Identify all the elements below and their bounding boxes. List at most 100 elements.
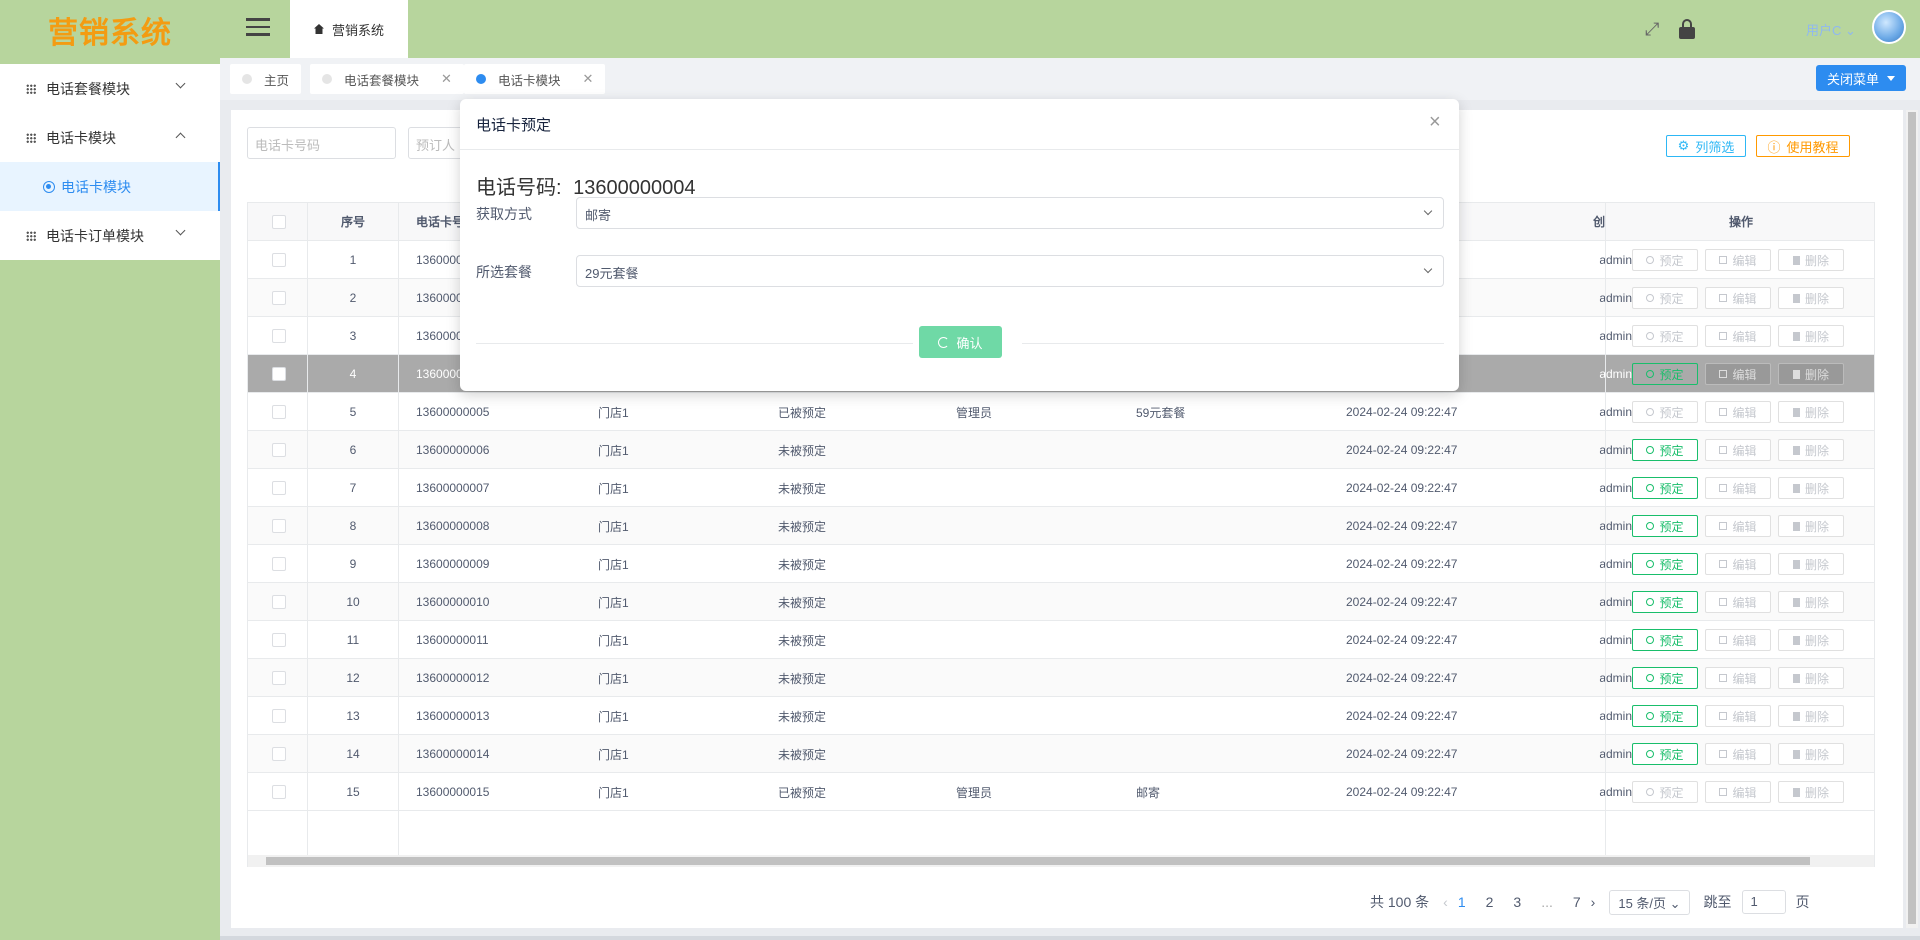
hamburger-menu-icon[interactable] bbox=[246, 18, 270, 38]
reserve-button[interactable]: 预定 bbox=[1632, 287, 1698, 309]
lock-icon[interactable] bbox=[1678, 19, 1696, 39]
page-7[interactable]: 7 bbox=[1573, 894, 1581, 910]
edit-button[interactable]: 编辑 bbox=[1705, 743, 1771, 765]
edit-button[interactable]: 编辑 bbox=[1705, 629, 1771, 651]
close-icon[interactable]: ✕ bbox=[441, 71, 452, 87]
sidebar-item-phone-card[interactable]: 电话卡模块 bbox=[0, 113, 220, 162]
table-row[interactable]: 5 13600000005 门店1 已被预定 管理员 59元套餐 2024-02-24 09… bbox=[248, 393, 1874, 431]
table-row[interactable]: 13 13600000013 门店1 未被预定 2024-02-24 09:22:47 a… bbox=[248, 697, 1874, 735]
edit-button[interactable]: 编辑 bbox=[1705, 439, 1771, 461]
table-row[interactable]: 8 13600000008 门店1 未被预定 2024-02-24 09:22:47 ad… bbox=[248, 507, 1874, 545]
tab-phone-card[interactable]: 电话卡模块 ✕ bbox=[464, 64, 606, 94]
delete-button[interactable]: 删除 bbox=[1778, 743, 1844, 765]
user-name[interactable]: 用户C ⌄ bbox=[1806, 20, 1856, 39]
row-checkbox[interactable] bbox=[272, 279, 292, 317]
edit-button[interactable]: 编辑 bbox=[1705, 249, 1771, 271]
vertical-scrollbar-thumb[interactable] bbox=[1908, 112, 1916, 924]
delete-button[interactable]: 删除 bbox=[1778, 591, 1844, 613]
table-row[interactable]: 12 13600000012 门店1 未被预定 2024-02-24 09:22:47 a… bbox=[248, 659, 1874, 697]
reserve-button[interactable]: 预定 bbox=[1632, 591, 1698, 613]
tab-home[interactable]: 主页 bbox=[230, 64, 302, 94]
table-row[interactable]: 15 13600000015 门店1 已被预定 管理员 邮寄 2024-02-24 09:2… bbox=[248, 773, 1874, 811]
delete-button[interactable]: 删除 bbox=[1778, 287, 1844, 309]
reserve-button[interactable]: 预定 bbox=[1632, 325, 1698, 347]
reserve-button[interactable]: 预定 bbox=[1632, 667, 1698, 689]
confirm-button[interactable]: 确认 bbox=[919, 326, 1002, 358]
delete-button[interactable]: 删除 bbox=[1778, 363, 1844, 385]
reserve-button[interactable]: 预定 bbox=[1632, 401, 1698, 423]
delete-button[interactable]: 删除 bbox=[1778, 439, 1844, 461]
home-nav-tab[interactable]: 营销系统 bbox=[290, 0, 408, 58]
page-size-select[interactable]: 15 条/页 ⌄ bbox=[1609, 889, 1690, 915]
avatar[interactable] bbox=[1872, 10, 1906, 44]
reserve-button[interactable]: 预定 bbox=[1632, 553, 1698, 575]
edit-button[interactable]: 编辑 bbox=[1705, 705, 1771, 727]
edit-button[interactable]: 编辑 bbox=[1705, 781, 1771, 803]
method-select[interactable]: 邮寄 bbox=[576, 197, 1444, 229]
select-all-checkbox[interactable] bbox=[272, 203, 292, 241]
edit-button[interactable]: 编辑 bbox=[1705, 667, 1771, 689]
delete-button[interactable]: 删除 bbox=[1778, 477, 1844, 499]
fullscreen-icon[interactable]: ⤢ bbox=[1645, 19, 1665, 39]
phone-search-input[interactable]: 电话卡号码 bbox=[247, 127, 396, 159]
page-1[interactable]: 1 bbox=[1458, 894, 1466, 910]
table-row[interactable]: 14 13600000014 门店1 未被预定 2024-02-24 09:22:47 a… bbox=[248, 735, 1874, 773]
reserve-button[interactable]: 预定 bbox=[1632, 629, 1698, 651]
row-checkbox[interactable] bbox=[272, 659, 292, 697]
row-checkbox[interactable] bbox=[272, 621, 292, 659]
sidebar-item-phone-order[interactable]: 电话卡订单模块 bbox=[0, 211, 220, 260]
page-ellipsis[interactable]: ... bbox=[1541, 894, 1553, 910]
table-row[interactable]: 7 13600000007 门店1 未被预定 2024-02-24 09:22:47 ad… bbox=[248, 469, 1874, 507]
row-checkbox[interactable] bbox=[272, 545, 292, 583]
row-checkbox[interactable] bbox=[272, 317, 292, 355]
reserve-button[interactable]: 预定 bbox=[1632, 743, 1698, 765]
reserve-button[interactable]: 预定 bbox=[1632, 439, 1698, 461]
tab-phone-package[interactable]: 电话套餐模块 ✕ bbox=[310, 64, 464, 94]
table-row[interactable]: 6 13600000006 门店1 未被预定 2024-02-24 09:22:47 ad… bbox=[248, 431, 1874, 469]
row-checkbox[interactable] bbox=[272, 773, 292, 811]
sidebar-item-phone-package[interactable]: 电话套餐模块 bbox=[0, 64, 220, 113]
tutorial-button[interactable]: ⓘ 使用教程 bbox=[1756, 135, 1850, 157]
jump-page-input[interactable]: 1 bbox=[1741, 890, 1786, 914]
reserve-button[interactable]: 预定 bbox=[1632, 705, 1698, 727]
table-row[interactable]: 9 13600000009 门店1 未被预定 2024-02-24 09:22:47 ad… bbox=[248, 545, 1874, 583]
delete-button[interactable]: 删除 bbox=[1778, 553, 1844, 575]
edit-button[interactable]: 编辑 bbox=[1705, 401, 1771, 423]
edit-button[interactable]: 编辑 bbox=[1705, 363, 1771, 385]
row-checkbox[interactable] bbox=[272, 583, 292, 621]
row-checkbox[interactable] bbox=[272, 697, 292, 735]
edit-button[interactable]: 编辑 bbox=[1705, 515, 1771, 537]
horizontal-scrollbar-thumb[interactable] bbox=[266, 857, 1810, 865]
row-checkbox[interactable] bbox=[272, 469, 292, 507]
row-checkbox[interactable] bbox=[272, 355, 292, 393]
row-checkbox[interactable] bbox=[272, 393, 292, 431]
edit-button[interactable]: 编辑 bbox=[1705, 553, 1771, 575]
reserver-search-input[interactable]: 预订人 bbox=[408, 127, 468, 159]
page-2[interactable]: 2 bbox=[1486, 894, 1494, 910]
delete-button[interactable]: 删除 bbox=[1778, 325, 1844, 347]
reserve-button[interactable]: 预定 bbox=[1632, 249, 1698, 271]
reserve-button[interactable]: 预定 bbox=[1632, 477, 1698, 499]
close-icon[interactable]: ✕ bbox=[583, 71, 594, 87]
sidebar-subitem-phone-card[interactable]: 电话卡模块 bbox=[0, 162, 220, 211]
close-icon[interactable]: × bbox=[1429, 111, 1441, 134]
delete-button[interactable]: 删除 bbox=[1778, 781, 1844, 803]
edit-button[interactable]: 编辑 bbox=[1705, 287, 1771, 309]
edit-button[interactable]: 编辑 bbox=[1705, 591, 1771, 613]
delete-button[interactable]: 删除 bbox=[1778, 705, 1844, 727]
delete-button[interactable]: 删除 bbox=[1778, 667, 1844, 689]
edit-button[interactable]: 编辑 bbox=[1705, 325, 1771, 347]
reserve-button[interactable]: 预定 bbox=[1632, 363, 1698, 385]
delete-button[interactable]: 删除 bbox=[1778, 401, 1844, 423]
row-checkbox[interactable] bbox=[272, 735, 292, 773]
delete-button[interactable]: 删除 bbox=[1778, 515, 1844, 537]
table-row[interactable]: 10 13600000010 门店1 未被预定 2024-02-24 09:22:47 a… bbox=[248, 583, 1874, 621]
row-checkbox[interactable] bbox=[272, 241, 292, 279]
package-select[interactable]: 29元套餐 bbox=[576, 255, 1444, 287]
delete-button[interactable]: 删除 bbox=[1778, 629, 1844, 651]
reserve-button[interactable]: 预定 bbox=[1632, 515, 1698, 537]
prev-page-icon[interactable]: ‹ bbox=[1443, 894, 1448, 910]
row-checkbox[interactable] bbox=[272, 507, 292, 545]
reserve-button[interactable]: 预定 bbox=[1632, 781, 1698, 803]
page-3[interactable]: 3 bbox=[1513, 894, 1521, 910]
